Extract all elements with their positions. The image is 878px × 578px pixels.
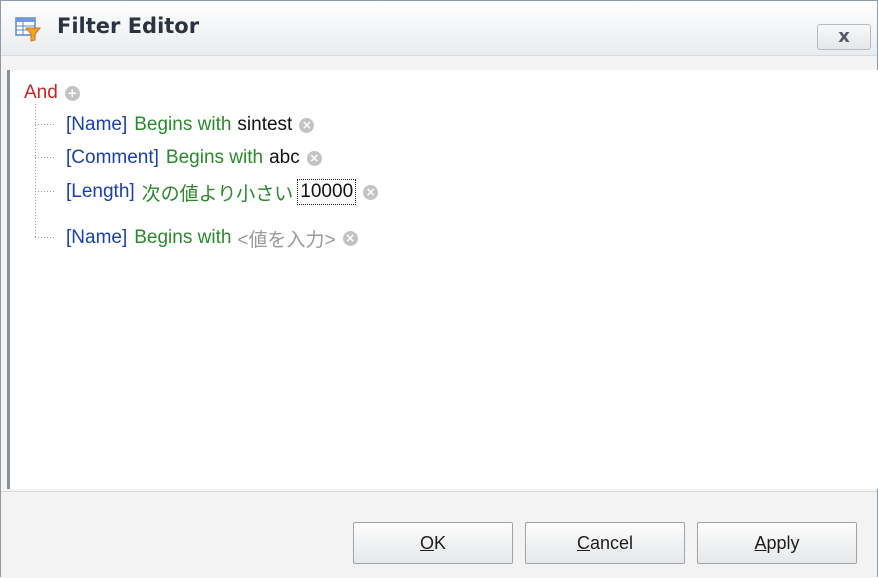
remove-condition-icon[interactable]: ×: [306, 150, 322, 166]
ok-mnemonic: O: [419, 532, 434, 553]
condition-row: [Name] Begins with <値を入力> ×: [66, 223, 358, 253]
remove-condition-icon[interactable]: ×: [342, 230, 358, 246]
condition-value-editor[interactable]: 10000: [297, 179, 357, 205]
filter-editor-window: Filter Editor x And + [Name] Begins with…: [0, 0, 878, 578]
filter-table-icon: [15, 17, 41, 42]
condition-value-placeholder[interactable]: <値を入力>: [237, 225, 335, 252]
remove-condition-icon[interactable]: ×: [363, 184, 379, 200]
condition-row: [Length] 次の値より小さい 10000 ×: [66, 177, 379, 207]
apply-label-rest: pply: [766, 532, 800, 553]
condition-field[interactable]: [Name]: [66, 227, 127, 249]
condition-value[interactable]: sintest: [237, 114, 292, 136]
cancel-button[interactable]: Cancel: [525, 522, 685, 564]
window-title: Filter Editor: [57, 14, 200, 38]
cancel-mnemonic: C: [576, 532, 590, 553]
group-node: And +: [24, 80, 80, 106]
close-button[interactable]: x: [817, 24, 871, 50]
add-condition-icon[interactable]: +: [64, 85, 80, 101]
condition-operator[interactable]: Begins with: [166, 147, 263, 169]
ok-label-rest: K: [434, 532, 447, 553]
condition-field[interactable]: [Name]: [66, 114, 127, 136]
filter-tree-panel: And + [Name] Begins with sintest × [Comm…: [7, 70, 878, 489]
apply-mnemonic: A: [754, 532, 767, 553]
ok-button[interactable]: OK: [353, 522, 513, 564]
condition-row: [Comment] Begins with abc ×: [66, 143, 322, 173]
dialog-footer: OK Cancel Apply: [1, 491, 877, 578]
condition-value[interactable]: abc: [269, 147, 300, 169]
remove-condition-icon[interactable]: ×: [299, 117, 315, 133]
apply-button[interactable]: Apply: [697, 522, 857, 564]
condition-operator[interactable]: 次の値より小さい: [142, 179, 294, 206]
cancel-label-rest: ancel: [589, 532, 634, 553]
group-operator[interactable]: And: [24, 82, 58, 104]
title-bar: Filter Editor x: [1, 1, 877, 56]
condition-operator[interactable]: Begins with: [134, 227, 231, 249]
close-icon: x: [838, 26, 850, 47]
condition-operator[interactable]: Begins with: [134, 114, 231, 136]
condition-row: [Name] Begins with sintest ×: [66, 110, 315, 140]
condition-field[interactable]: [Comment]: [66, 147, 159, 169]
condition-field[interactable]: [Length]: [66, 181, 135, 203]
